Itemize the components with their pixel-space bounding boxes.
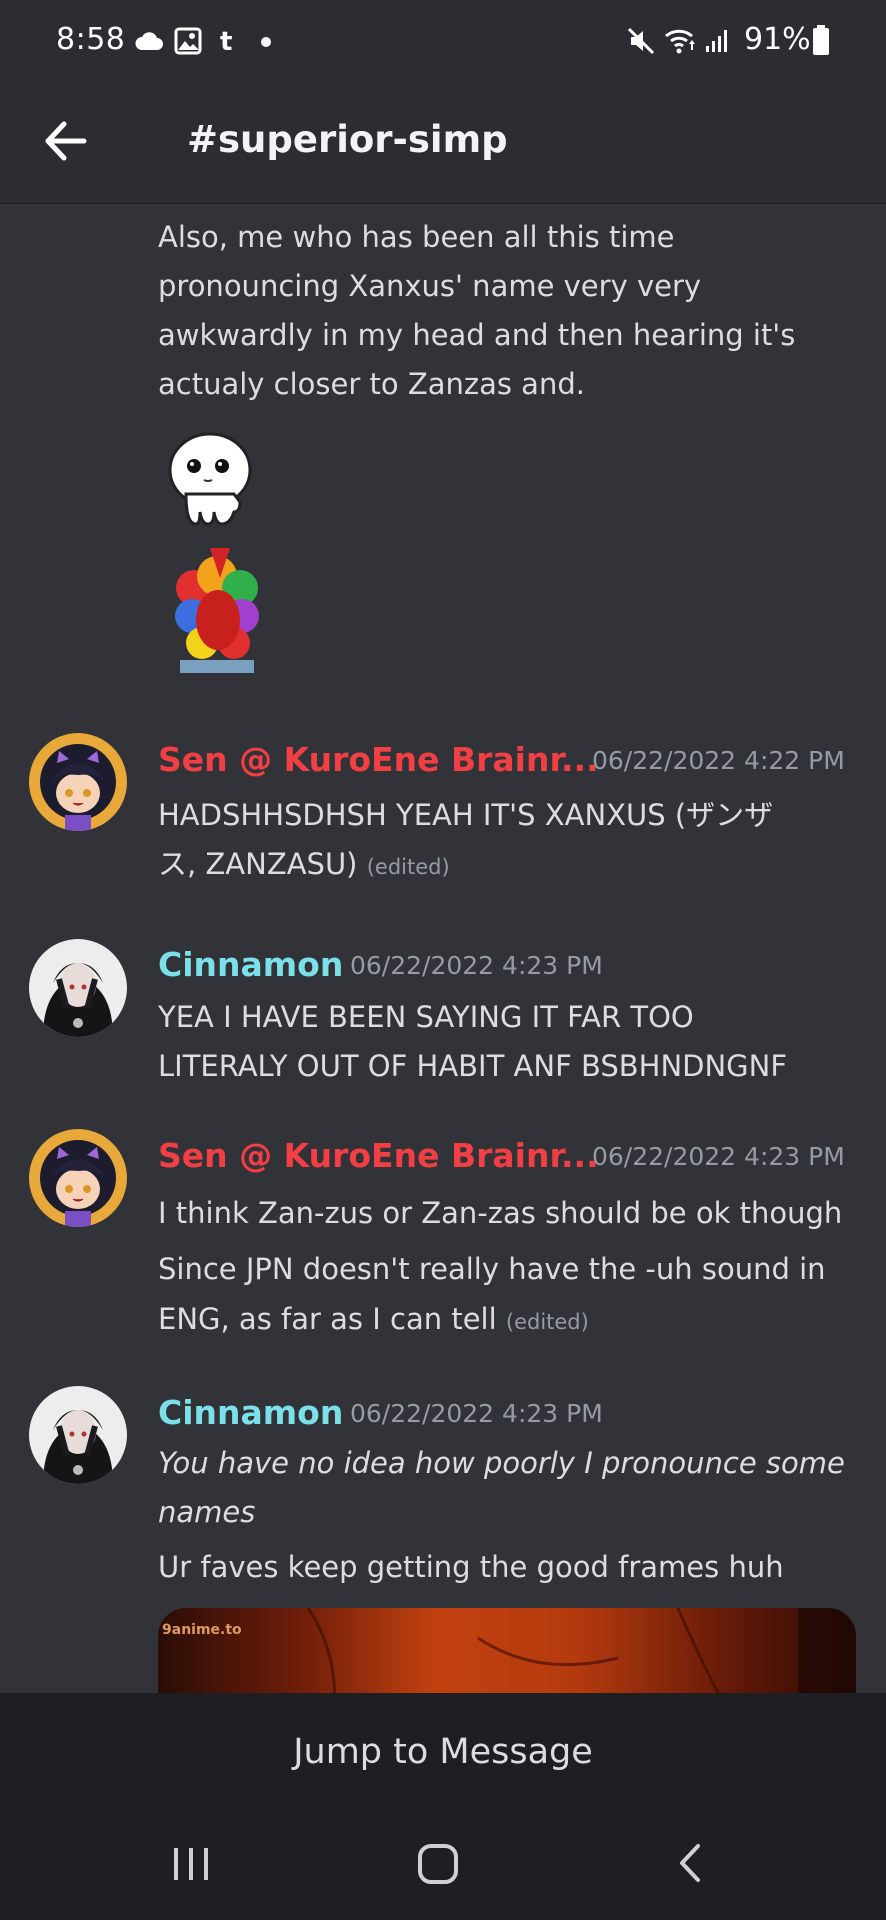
avatar[interactable] xyxy=(29,1129,127,1227)
battery-icon xyxy=(813,25,829,55)
signal-icon xyxy=(706,30,727,52)
message-line: ス, ZANZASU) (edited) xyxy=(158,840,858,892)
jump-to-message-button[interactable]: Jump to Message xyxy=(0,1693,886,1810)
message-text: Ur faves keep getting the good frames hu… xyxy=(158,1550,784,1584)
message-list[interactable]: Also, me who has been all this time pron… xyxy=(0,203,886,1693)
channel-title: #superior-simp xyxy=(187,118,508,161)
anime-frame-image xyxy=(306,1608,856,1693)
wifi-icon xyxy=(665,29,695,54)
system-nav-bar xyxy=(0,1810,886,1920)
message-author[interactable]: Cinnamon xyxy=(158,1393,343,1432)
message-text: Also, me who has been all this time pron… xyxy=(158,220,796,401)
message-text: I think Zan-zus or Zan-zas should be ok … xyxy=(158,1196,843,1230)
gallery-icon xyxy=(174,27,202,55)
message-line: You have no idea how poorly I pronounce … xyxy=(158,1446,845,1480)
message-timestamp: 06/22/2022 4:23 PM xyxy=(350,1399,603,1428)
battery-percent: 91% xyxy=(744,22,811,57)
message-text: Since JPN doesn't really have the -uh so… xyxy=(158,1244,858,1347)
tumblr-icon: t xyxy=(220,27,232,56)
ghost-sticker[interactable] xyxy=(164,428,259,533)
dot-icon xyxy=(261,37,271,47)
mute-icon xyxy=(627,27,655,55)
embed-image[interactable]: 9anime.to xyxy=(158,1608,856,1693)
arrow-left-icon[interactable] xyxy=(40,116,90,166)
message-text: HADSHHSDHSH YEAH IT'S XANXUS (ザンザ ス, ZAN… xyxy=(158,791,858,892)
message-line-text: ENG, as far as I can tell xyxy=(158,1302,497,1336)
message-timestamp: 06/22/2022 4:23 PM xyxy=(592,1142,845,1171)
avatar-sen-image xyxy=(29,1129,127,1227)
svg-text:t: t xyxy=(220,27,232,56)
message-line: YEA I HAVE BEEN SAYING IT FAR TOO xyxy=(158,1000,694,1034)
message-line: Since JPN doesn't really have the -uh so… xyxy=(158,1252,826,1286)
avatar-cinnamon-image xyxy=(29,939,127,1037)
message-line: ENG, as far as I can tell (edited) xyxy=(158,1294,858,1347)
back-icon[interactable] xyxy=(668,1840,714,1886)
avatar[interactable] xyxy=(29,733,127,831)
message-author[interactable]: Sen @ KuroEne Brainr... xyxy=(158,740,599,779)
status-bar: 8:58 t 91% xyxy=(0,0,886,86)
avatar[interactable] xyxy=(29,1386,127,1484)
avatar-cinnamon-image xyxy=(29,1386,127,1484)
message-line: HADSHHSDHSH YEAH IT'S XANXUS (ザンザ xyxy=(158,798,774,832)
cloud-icon xyxy=(135,32,163,50)
message-text: YEA I HAVE BEEN SAYING IT FAR TOO LITERA… xyxy=(158,993,858,1091)
message-line-text: ス, ZANZASU) xyxy=(158,847,358,881)
message-timestamp: 06/22/2022 4:22 PM xyxy=(592,746,845,775)
message-author[interactable]: Sen @ KuroEne Brainr... xyxy=(158,1136,599,1175)
message-line: names xyxy=(158,1495,256,1529)
edited-label: (edited) xyxy=(505,1310,589,1334)
avatar-sen-image xyxy=(29,733,127,831)
avatar[interactable] xyxy=(29,939,127,1037)
recent-apps-icon[interactable] xyxy=(168,1840,214,1886)
message-line: LITERALY OUT OF HABIT ANF BSBHNDNGNF xyxy=(158,1049,788,1083)
channel-header: #superior-simp xyxy=(0,86,886,204)
clown-sticker[interactable] xyxy=(172,548,262,673)
jump-to-message-label: Jump to Message xyxy=(293,1731,593,1772)
status-time: 8:58 xyxy=(56,22,126,57)
screen: 8:58 t 91% #superior-simp Also, me who h… xyxy=(0,0,886,1920)
message-timestamp: 06/22/2022 4:23 PM xyxy=(350,951,603,980)
home-icon[interactable] xyxy=(415,1840,461,1886)
message-author[interactable]: Cinnamon xyxy=(158,945,343,984)
message-text: You have no idea how poorly I pronounce … xyxy=(158,1439,858,1537)
edited-label: (edited) xyxy=(366,855,450,879)
